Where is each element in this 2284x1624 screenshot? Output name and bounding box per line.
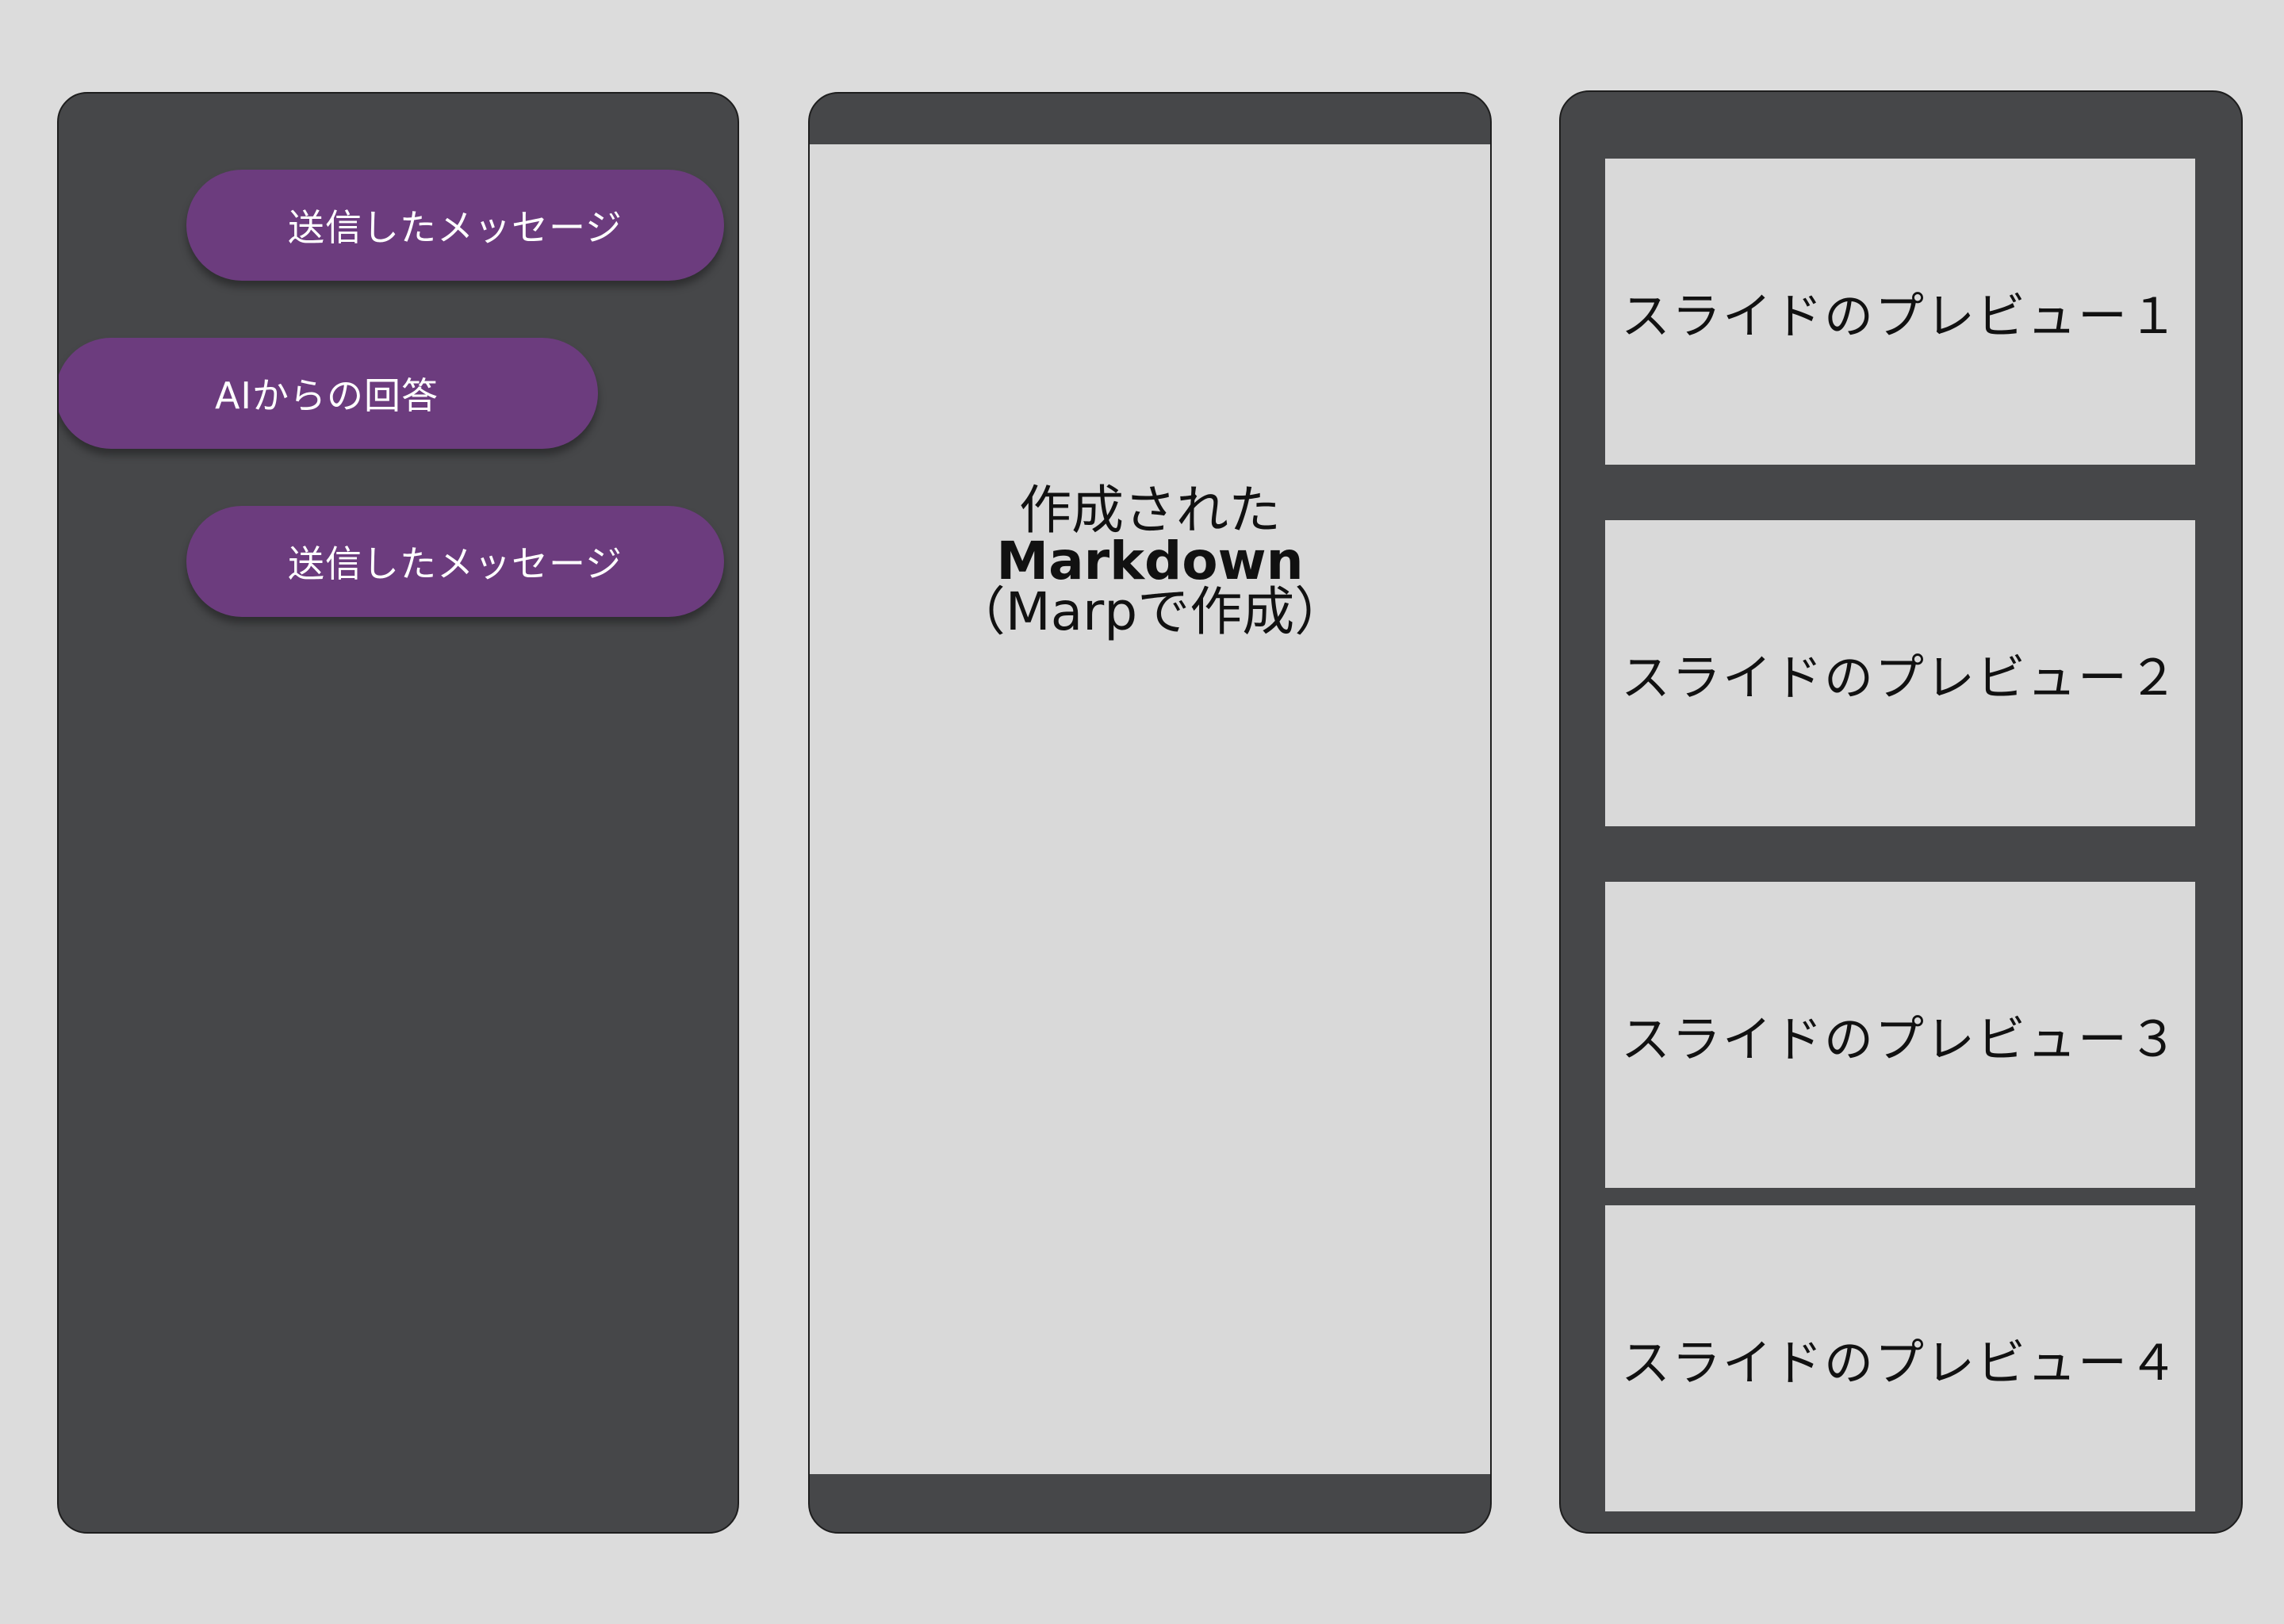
- slide-preview-panel: スライドのプレビュー１ スライドのプレビュー２ スライドのプレビュー３ スライド…: [1559, 90, 2243, 1534]
- slide-preview-2[interactable]: スライドのプレビュー２: [1605, 520, 2195, 826]
- chat-panel: 送信したメッセージ AIからの回答 送信したメッセージ: [57, 92, 739, 1534]
- sent-message-bubble[interactable]: 送信したメッセージ: [186, 506, 724, 617]
- editor-label-line2: Markdown: [996, 530, 1304, 592]
- markdown-editor-area[interactable]: 作成された Markdown （Marpで作成）: [810, 144, 1490, 1474]
- slide-preview-4[interactable]: スライドのプレビュー４: [1605, 1205, 2195, 1511]
- slide-preview-3[interactable]: スライドのプレビュー３: [1605, 882, 2195, 1188]
- editor-label-line3: （Marpで作成）: [952, 581, 1347, 642]
- sent-message-bubble[interactable]: 送信したメッセージ: [186, 170, 724, 281]
- slide-preview-1[interactable]: スライドのプレビュー１: [1605, 159, 2195, 465]
- editor-label-line1: 作成された: [1019, 480, 1281, 541]
- markdown-editor-panel: 作成された Markdown （Marpで作成）: [808, 92, 1492, 1534]
- markdown-editor-label: 作成された Markdown （Marpで作成）: [810, 485, 1490, 638]
- ai-response-bubble[interactable]: AIからの回答: [59, 338, 598, 449]
